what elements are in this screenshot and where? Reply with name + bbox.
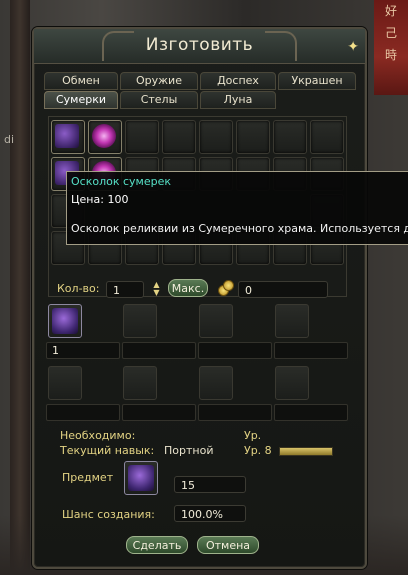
- banner-char: 好: [384, 4, 397, 18]
- skill-name: Портной: [164, 444, 214, 457]
- required-label: Необходимо:: [60, 429, 136, 442]
- recipe-slot[interactable]: [125, 120, 159, 154]
- gold-cost-field: 0: [238, 281, 328, 298]
- tab-moon[interactable]: Луна: [200, 91, 276, 109]
- result-item-count: 15: [174, 476, 246, 493]
- skill-level: Ур. 8: [244, 444, 272, 457]
- current-skill-label: Текущий навык:: [60, 444, 155, 457]
- material-count: [122, 404, 196, 421]
- recipe-slot[interactable]: [310, 120, 344, 154]
- twilight-shard-icon: [128, 465, 154, 491]
- tab-armor[interactable]: Доспех: [200, 72, 276, 90]
- background-banner: 好 己 時: [374, 0, 408, 95]
- banner-char: 時: [384, 48, 397, 62]
- material-count: [122, 342, 196, 359]
- recipe-slot[interactable]: [162, 120, 196, 154]
- required-level-label: Ур.: [244, 429, 262, 442]
- tab-jewelry[interactable]: Украшен: [278, 72, 356, 90]
- recipe-slot[interactable]: [51, 120, 85, 154]
- material-slot[interactable]: [199, 366, 233, 400]
- material-count: [274, 342, 348, 359]
- tab-steles[interactable]: Стелы: [120, 91, 198, 109]
- pink-orb-icon: [92, 124, 116, 148]
- chance-value: 100.0%: [174, 505, 246, 522]
- craft-button[interactable]: Сделать: [126, 536, 188, 554]
- material-count: [198, 404, 272, 421]
- tooltip-item-name: Осколок сумерек: [71, 175, 171, 188]
- material-count: 1: [46, 342, 120, 359]
- material-slot[interactable]: [48, 304, 82, 338]
- tab-weapon[interactable]: Оружие: [120, 72, 198, 90]
- tooltip-price: Цена: 100: [71, 193, 129, 206]
- tab-twilight[interactable]: Сумерки: [44, 91, 118, 109]
- tab-exchange[interactable]: Обмен: [44, 72, 118, 90]
- material-slot[interactable]: [275, 366, 309, 400]
- recipe-slot[interactable]: [199, 120, 233, 154]
- cancel-button[interactable]: Отмена: [197, 536, 259, 554]
- material-count: [198, 342, 272, 359]
- recipe-slot[interactable]: [88, 120, 122, 154]
- gold-coins-icon: [218, 280, 234, 296]
- chance-label: Шанс создания:: [62, 508, 155, 521]
- item-label: Предмет: [62, 471, 114, 484]
- material-count: [274, 404, 348, 421]
- quantity-stepper-icon[interactable]: ▲ ▼: [152, 281, 161, 299]
- material-slot[interactable]: [123, 366, 157, 400]
- material-slot[interactable]: [123, 304, 157, 338]
- background-label: di: [4, 133, 15, 146]
- twilight-shard-icon: [55, 124, 79, 148]
- twilight-shard-icon: [52, 308, 78, 334]
- result-item-slot[interactable]: [124, 461, 158, 495]
- item-tooltip: Осколок сумерек Цена: 100 Осколок реликв…: [66, 171, 408, 245]
- material-slot[interactable]: [199, 304, 233, 338]
- window-title: Изготовить: [145, 35, 254, 55]
- quantity-label: Кол-во:: [57, 282, 100, 295]
- quantity-input[interactable]: 1: [106, 281, 144, 298]
- material-slot[interactable]: [275, 304, 309, 338]
- skill-progress-bar: [279, 447, 333, 456]
- tooltip-description: Осколок реликвии из Сумеречного храма. И…: [71, 222, 408, 235]
- material-count: [46, 404, 120, 421]
- background-post: [10, 0, 30, 575]
- material-slot[interactable]: [48, 366, 82, 400]
- recipe-slot[interactable]: [273, 120, 307, 154]
- banner-char: 己: [384, 26, 397, 40]
- recipe-slot[interactable]: [236, 120, 270, 154]
- title-bar[interactable]: Изготовить ✦: [34, 29, 365, 64]
- close-star-icon[interactable]: ✦: [347, 39, 359, 55]
- max-button[interactable]: Макс.: [168, 279, 208, 297]
